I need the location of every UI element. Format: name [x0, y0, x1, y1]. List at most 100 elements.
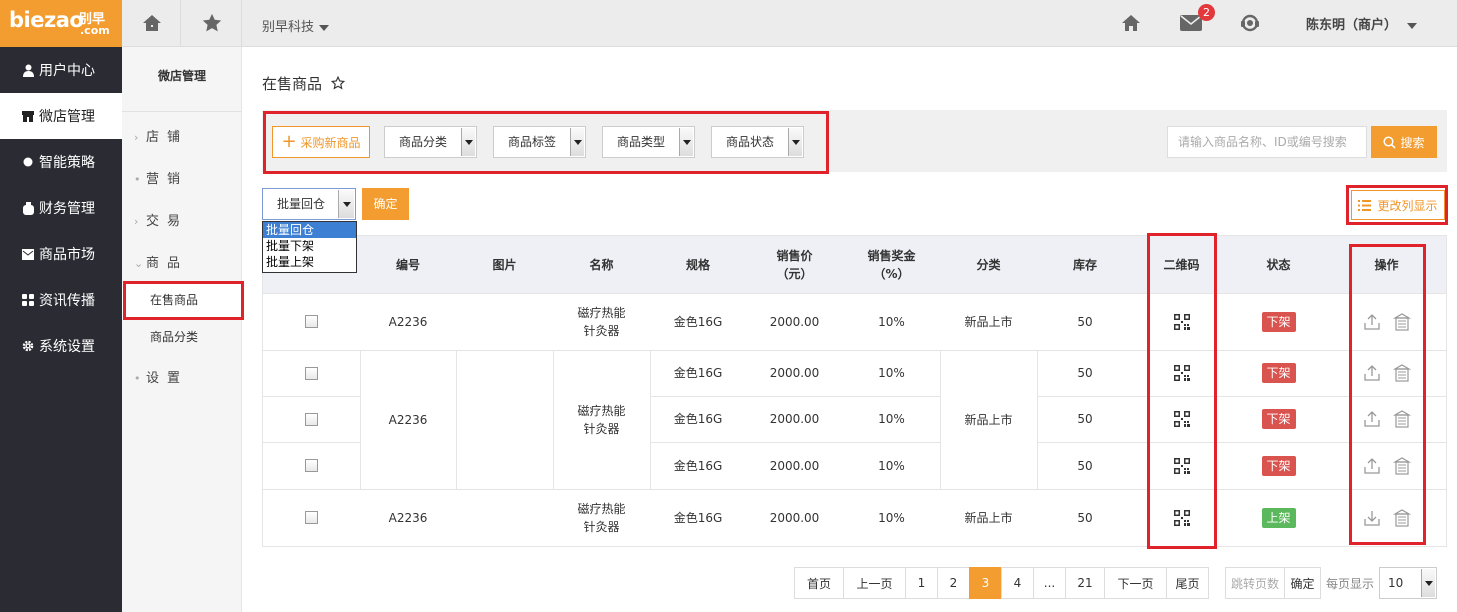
nav-user-center[interactable]: 用户中心	[0, 47, 122, 93]
col-header: 名称	[589, 257, 614, 272]
chevron-down-icon	[1407, 22, 1418, 29]
cell-code: A2236	[388, 510, 428, 525]
row-checkbox[interactable]	[305, 511, 318, 524]
subnav-item-goods[interactable]: ⌄ 商品	[134, 252, 188, 271]
nav-label: 资讯传播	[39, 293, 95, 309]
nav-label: 商品市场	[39, 247, 95, 263]
status-cell: 下架	[1230, 350, 1327, 396]
button-label: 搜索	[1400, 135, 1425, 150]
highlight-box	[123, 281, 244, 320]
star-icon[interactable]	[199, 10, 225, 36]
user-icon	[22, 64, 34, 77]
bullet-icon: •	[134, 372, 141, 385]
row-checkbox[interactable]	[305, 315, 318, 328]
row-checkbox-cell	[263, 489, 360, 546]
top-bar: biezao 别早 .com 别早科技 2 陈东明（商户）	[0, 0, 1457, 47]
chevron-right-icon: ›	[134, 215, 139, 228]
logo-text: biezao	[9, 8, 84, 32]
dropdown-option[interactable]: 批量上架	[263, 254, 356, 270]
page-last[interactable]: 尾页	[1166, 567, 1209, 599]
row-checkbox-cell	[263, 396, 360, 442]
subnav-label: 商品	[146, 256, 189, 271]
logo[interactable]: biezao 别早 .com	[0, 0, 122, 47]
dropdown-option[interactable]: 批量下架	[263, 238, 356, 254]
user-menu[interactable]: 陈东明（商户）	[1306, 14, 1418, 33]
page-jump-confirm[interactable]: 确定	[1284, 567, 1321, 599]
nav-finance[interactable]: 财务管理	[0, 185, 122, 231]
row-checkbox[interactable]	[305, 366, 318, 380]
col-header: 图片	[492, 257, 517, 272]
nav-label: 系统设置	[39, 339, 95, 355]
star-outline-icon[interactable]	[330, 75, 345, 94]
cell-bonus: 10%	[878, 366, 905, 380]
row-checkbox[interactable]	[305, 412, 318, 426]
grid-icon	[22, 294, 34, 306]
sub-sidebar: 微店管理 › 店铺 • 营销 › 交易 ⌄ 商品 在售商品 商品分类 • 设置	[122, 47, 242, 612]
status-cell: 下架	[1230, 442, 1327, 489]
subnav-item-settings[interactable]: • 设置	[134, 367, 188, 386]
subnav-label: 交易	[146, 214, 189, 229]
main-sidebar: 用户中心 微店管理 智能策略 财务管理 商品市场 资讯传播 系统设置	[0, 47, 122, 612]
page-next[interactable]: 下一页	[1104, 567, 1167, 599]
status-cell: 上架	[1230, 489, 1327, 546]
batch-action-select[interactable]: 批量回仓	[262, 188, 356, 220]
page-number[interactable]: 1	[905, 567, 938, 599]
wallet-icon	[22, 201, 34, 215]
row-checkbox[interactable]	[305, 459, 318, 472]
search-button[interactable]: 搜索	[1371, 126, 1437, 158]
support-icon[interactable]	[1237, 10, 1263, 36]
logo-com: .com	[80, 24, 110, 37]
nav-smart-strategy[interactable]: 智能策略	[0, 139, 122, 185]
page-prev[interactable]: 上一页	[843, 567, 906, 599]
subnav-item-trade[interactable]: › 交易	[134, 210, 188, 229]
status-tag[interactable]: 下架	[1261, 409, 1296, 429]
subnav-item-shop[interactable]: › 店铺	[134, 126, 188, 145]
col-header: 分类	[976, 257, 1001, 272]
cell-bonus: 10%	[878, 314, 905, 329]
subnav-item-marketing[interactable]: • 营销	[134, 168, 188, 187]
page-ellipsis: ...	[1033, 567, 1066, 599]
page-jump-input[interactable]: 跳转页数	[1225, 567, 1285, 599]
home-switch-icon[interactable]	[139, 10, 165, 36]
divider	[241, 0, 242, 47]
status-tag[interactable]: 下架	[1261, 363, 1296, 383]
select-value: 10	[1388, 576, 1404, 590]
highlight-box	[1349, 244, 1426, 545]
cell-category: 新品上市	[964, 412, 1013, 427]
nav-store-management[interactable]: 微店管理	[0, 93, 122, 139]
page-number[interactable]: 4	[1001, 567, 1034, 599]
page-number[interactable]: 2	[937, 567, 970, 599]
subnav-item-categories[interactable]: 商品分类	[150, 328, 198, 345]
per-page-select[interactable]: 10	[1379, 567, 1437, 599]
status-tag[interactable]: 下架	[1261, 455, 1296, 476]
cell-stock: 50	[1077, 314, 1093, 329]
batch-confirm-button[interactable]: 确定	[362, 188, 409, 220]
page-number[interactable]: 21	[1065, 567, 1105, 599]
home-icon[interactable]	[1118, 10, 1144, 36]
status-tag[interactable]: 下架	[1261, 311, 1296, 332]
nav-label: 微店管理	[39, 109, 95, 125]
nav-market[interactable]: 商品市场	[0, 231, 122, 277]
page-first[interactable]: 首页	[794, 567, 844, 599]
company-name: 别早科技	[262, 20, 315, 35]
page-number-current[interactable]: 3	[969, 567, 1002, 599]
company-switcher[interactable]: 别早科技	[262, 16, 330, 35]
search-input[interactable]: 请输入商品名称、ID或编号搜索	[1167, 126, 1367, 158]
user-name: 陈东明（商户）	[1306, 18, 1398, 33]
col-divider	[456, 350, 457, 489]
highlight-box	[263, 111, 829, 174]
dropdown-option[interactable]: 批量回仓	[263, 222, 356, 238]
status-cell: 下架	[1230, 293, 1327, 350]
select-value: 批量回仓	[277, 197, 326, 211]
table-header: 编号 图片 名称 规格 销售价 （元） 销售奖金 （%） 分类 库存 二维码 状…	[263, 236, 1446, 293]
status-tag[interactable]: 上架	[1261, 507, 1296, 528]
highlight-box	[1147, 233, 1217, 549]
chevron-down-icon	[1421, 569, 1435, 597]
cell-price: 2000.00	[769, 510, 820, 525]
nav-label: 用户中心	[39, 63, 95, 79]
cell-bonus: 10%	[878, 510, 905, 525]
nav-news[interactable]: 资讯传播	[0, 277, 122, 323]
nav-settings[interactable]: 系统设置	[0, 323, 122, 369]
chevron-down-icon: ⌄	[134, 257, 144, 270]
store-icon	[22, 110, 34, 122]
